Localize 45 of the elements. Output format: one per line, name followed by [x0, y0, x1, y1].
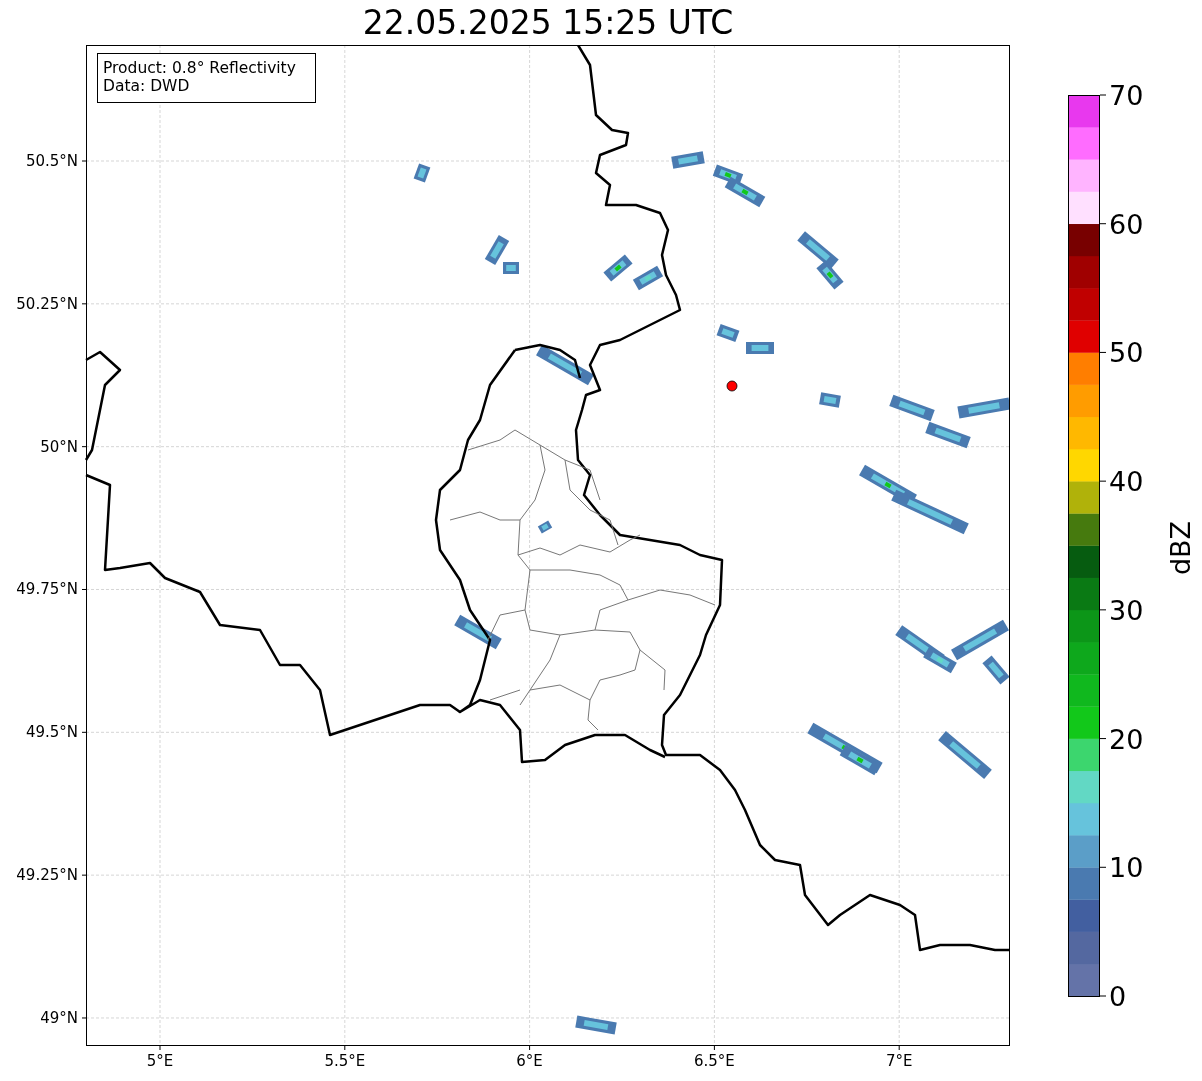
tick-mark — [1099, 480, 1107, 482]
tick-mark — [81, 160, 87, 162]
colorbar-tick-label: 30 — [1109, 594, 1144, 626]
latitude-label: 50.5°N — [25, 152, 78, 170]
tick-mark — [1099, 609, 1107, 611]
radar-site-marker — [726, 380, 738, 392]
info-text: Data: DWD — [103, 77, 190, 95]
tick-mark — [81, 446, 87, 448]
latitude-label: 49.5°N — [25, 723, 78, 742]
latitude-label: 50.25°N — [16, 294, 78, 313]
tick-mark — [1099, 738, 1107, 740]
longitude-label: 5°E — [146, 1052, 174, 1070]
longitude-label: 6°E — [516, 1052, 543, 1070]
tick-mark — [529, 1045, 531, 1051]
tick-mark — [1099, 866, 1107, 868]
colorbar-tick-label: 10 — [1109, 852, 1144, 884]
tick-mark — [344, 1045, 346, 1051]
tick-mark — [1099, 223, 1107, 225]
latitude-label: 49.25°N — [16, 866, 78, 885]
tick-mark — [898, 1045, 900, 1051]
tick-mark — [713, 1045, 715, 1051]
tick-mark — [81, 303, 87, 305]
tick-mark — [159, 1045, 161, 1051]
colorbar-tick-label: 60 — [1109, 208, 1144, 240]
latitude-label: 49.75°N — [16, 580, 78, 599]
colorbar-tick-label: 70 — [1109, 80, 1144, 111]
tick-mark — [81, 731, 87, 733]
longitude-label: 6.5°E — [694, 1052, 735, 1070]
tick-mark — [81, 1017, 87, 1019]
colorbar-tick-label: 0 — [1109, 981, 1127, 1012]
tick-mark — [81, 589, 87, 590]
colorbar-tick-label: 20 — [1109, 723, 1144, 755]
tick-mark — [81, 874, 87, 876]
tick-mark — [1099, 351, 1107, 353]
tick-mark — [1099, 995, 1107, 997]
colorbar-tick-label: 50 — [1109, 337, 1144, 369]
longitude-label: 5.5°E — [324, 1052, 366, 1070]
latitude-label: 50°N — [40, 437, 78, 456]
info-text: Product: 0.8° Reflectivity — [103, 59, 296, 77]
chart-title: 22.05.2025 15:25 UTC — [362, 3, 734, 42]
tick-mark — [1099, 94, 1107, 96]
longitude-label: 7°E — [885, 1052, 913, 1070]
latitude-label: 49°N — [40, 1009, 78, 1027]
colorbar-tick-label: 40 — [1109, 466, 1144, 498]
colorbar-label: dBZ — [1165, 520, 1196, 576]
